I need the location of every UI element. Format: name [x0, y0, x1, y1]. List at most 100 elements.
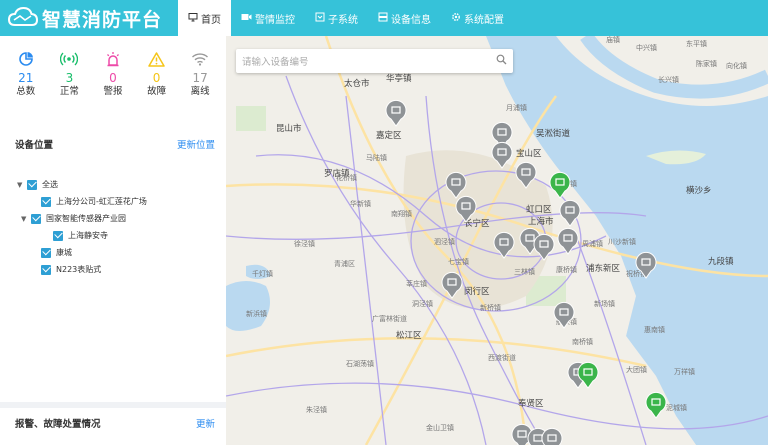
nav-system-config-label: 系统配置: [464, 14, 504, 26]
stat-fault[interactable]: 0 故障: [135, 48, 179, 148]
map-label: 金山卫镇: [426, 423, 454, 432]
map-label: 南翔镇: [391, 209, 412, 218]
device-location-title: 设备位置: [15, 140, 54, 151]
search-placeholder: 请输入设备编号: [242, 57, 309, 68]
nav-system-config[interactable]: 系统配置: [441, 0, 514, 36]
refresh-button[interactable]: 更新: [196, 416, 215, 430]
stat-normal[interactable]: 3 正常: [48, 48, 92, 148]
map-label: 青浦区: [334, 259, 355, 268]
top-navbar: 智慧消防平台 首页 警情监控 子系统 设备信息 系统配置: [0, 0, 768, 36]
map-label: 花桥镇: [336, 173, 357, 182]
nav-home[interactable]: 首页: [178, 0, 231, 36]
map-label: 三林镇: [514, 267, 535, 276]
nav-subsystem-label: 子系统: [328, 14, 358, 26]
map-label: 月浦镇: [506, 103, 527, 112]
tree-node-label: N223表贴式: [56, 265, 102, 274]
map-view[interactable]: 太仓市 华亭镇 嘉定区 昆山市 宝山区 罗店镇 吴淞街道 虹口区 上海市 长宁区 闵行区 松江区 奉贤区…: [226, 36, 768, 445]
tree-node-kangcheng[interactable]: 康城: [17, 244, 217, 261]
nav-subsystem[interactable]: 子系统: [305, 0, 368, 36]
map-label: 华新镇: [350, 199, 371, 208]
map-label: 东平镇: [686, 39, 707, 48]
map-label: 闵行区: [464, 286, 490, 297]
main-nav: 首页 警情监控 子系统 设备信息 系统配置: [178, 0, 514, 36]
map-label: 昆山市: [276, 123, 302, 134]
map-label: 上海市: [528, 216, 554, 227]
nav-device-info[interactable]: 设备信息: [368, 0, 441, 36]
map-label: 大团镇: [626, 365, 647, 374]
brand[interactable]: 智慧消防平台: [0, 0, 178, 36]
stat-offline[interactable]: 17 离线: [178, 48, 222, 148]
warning-icon: [148, 48, 165, 70]
map-label: 周浦镇: [582, 239, 603, 248]
cloud-logo-icon: [7, 6, 39, 31]
map-label: 马陆镇: [366, 153, 387, 162]
map-label: 泥城镇: [666, 403, 687, 412]
tree-node-select-all[interactable]: ▼ 全选: [17, 176, 217, 193]
map-label: 太仓市: [344, 78, 370, 89]
checkbox[interactable]: [31, 213, 41, 224]
checkbox[interactable]: [41, 247, 51, 258]
map-label: 华亭镇: [386, 73, 412, 84]
device-stats: 21 总数 3 正常 0 警报 0 故障 17 离线: [4, 48, 222, 148]
chevron-down-icon[interactable]: ▼: [21, 215, 31, 223]
map-label: 惠南镇: [644, 325, 665, 334]
map-label: 南桥镇: [572, 337, 593, 346]
map-label: 奉贤区: [518, 398, 544, 409]
map-label: 虹口区: [526, 205, 552, 215]
checkbox[interactable]: [41, 264, 51, 275]
device-location-header: 设备位置 更新位置: [15, 137, 215, 151]
tree-node-n223[interactable]: N223表贴式: [17, 261, 217, 278]
map-label: 新场镇: [594, 299, 615, 308]
alarm-icon: [105, 48, 121, 70]
map-label: 陈家镇: [696, 59, 717, 68]
update-location-button[interactable]: 更新位置: [177, 137, 215, 151]
map-label: 川沙新镇: [608, 237, 636, 246]
alarm-section: 报警、故障处置情况 更新: [0, 402, 226, 445]
map-label: 泗泾镇: [434, 237, 455, 246]
stat-normal-value: 3: [65, 71, 74, 85]
tree-node-label: 国家智能传感器产业园: [46, 214, 126, 223]
brand-title: 智慧消防平台: [42, 8, 163, 31]
tree-node-sensor-park[interactable]: ▼ 国家智能传感器产业园: [17, 210, 217, 227]
stat-alarm-label: 警报: [103, 86, 123, 97]
search-icon[interactable]: [496, 54, 507, 68]
tree-node-jingan-temple[interactable]: 上海静安寺: [17, 227, 217, 244]
stat-alarm[interactable]: 0 警报: [91, 48, 135, 148]
wifi-icon: [191, 48, 209, 70]
map-label: 千灯镇: [252, 269, 273, 278]
checkbox[interactable]: [53, 230, 63, 241]
device-marker-offline[interactable]: [541, 427, 563, 445]
alarm-section-header: 报警、故障处置情况 更新: [15, 416, 215, 430]
map-label: 中兴镇: [636, 43, 657, 52]
chevron-down-icon[interactable]: ▼: [17, 181, 27, 189]
nav-alarm-monitor[interactable]: 警情监控: [231, 0, 305, 36]
stat-offline-value: 17: [192, 71, 208, 85]
map-label: 向化镇: [726, 61, 747, 70]
nav-device-info-label: 设备信息: [391, 14, 431, 26]
map-label: 朱泾镇: [306, 405, 327, 414]
stat-fault-value: 0: [152, 71, 161, 85]
map-label: 西渡街道: [488, 353, 516, 362]
map-label: 洞泾镇: [412, 299, 433, 308]
checkbox[interactable]: [41, 196, 51, 207]
map-label: 新浜镇: [246, 309, 267, 318]
stat-total[interactable]: 21 总数: [4, 48, 48, 148]
map-label: 七宝镇: [448, 257, 469, 266]
stat-total-label: 总数: [16, 86, 36, 97]
device-marker-offline[interactable]: [385, 99, 407, 127]
map-label: 九段镇: [708, 256, 734, 267]
checkbox[interactable]: [27, 179, 37, 190]
device-search[interactable]: 请输入设备编号: [236, 49, 513, 73]
monitor-icon: [188, 12, 198, 25]
tree-node-label: 康城: [56, 248, 72, 257]
tree-node-label: 上海分公司-虹汇莲花广场: [56, 197, 147, 206]
tree-node-lianhua-plaza[interactable]: 上海分公司-虹汇莲花广场: [17, 193, 217, 210]
map-label: 徐泾镇: [294, 239, 315, 248]
map-label: 新桥镇: [480, 303, 501, 312]
grid-icon: [315, 12, 325, 25]
map-label: 横沙乡: [686, 185, 712, 196]
map-label: 嘉定区: [376, 130, 402, 141]
map-label: 石湖荡镇: [346, 359, 374, 368]
map-label: 莘庄镇: [406, 279, 427, 288]
tree-node-label: 上海静安寺: [68, 231, 108, 240]
